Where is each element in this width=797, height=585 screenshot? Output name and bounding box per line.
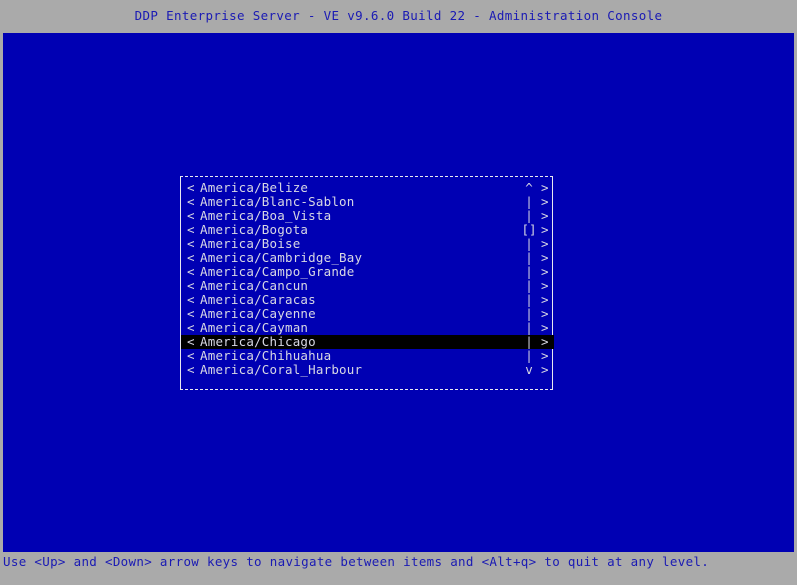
list-item[interactable]: < America/Chicago | > — [181, 335, 554, 349]
list-item-label: America/Cancun — [200, 278, 309, 293]
list-item[interactable]: < America/Chihuahua | > — [181, 349, 554, 363]
timezone-select-list[interactable]: < America/Belize ^ > < America/Blanc-Sablon | >… — [180, 176, 554, 390]
left-arrow-icon: < — [187, 278, 195, 293]
list-item-label: America/Chicago — [200, 334, 316, 349]
list-item-label: America/Bogota — [200, 222, 309, 237]
scrollbar-glyph[interactable]: | — [521, 307, 537, 321]
scrollbar-glyph[interactable]: | — [521, 279, 537, 293]
left-arrow-icon: < — [187, 292, 195, 307]
scrollbar-glyph[interactable]: v — [521, 363, 537, 377]
scrollbar-glyph[interactable]: | — [521, 321, 537, 335]
left-arrow-icon: < — [187, 236, 195, 251]
scrollbar-glyph[interactable]: | — [521, 265, 537, 279]
list-item-label: America/Belize — [200, 180, 309, 195]
scrollbar-glyph[interactable]: ^ — [521, 181, 537, 195]
list-item[interactable]: < America/Caracas | > — [181, 293, 554, 307]
list-item[interactable]: < America/Bogota [] > — [181, 223, 554, 237]
left-arrow-icon: < — [187, 250, 195, 265]
left-arrow-icon: < — [187, 362, 195, 377]
list-item[interactable]: < America/Boise | > — [181, 237, 554, 251]
left-arrow-icon: < — [187, 264, 195, 279]
left-arrow-icon: < — [187, 194, 195, 209]
list-item-label: America/Cambridge_Bay — [200, 250, 363, 265]
left-arrow-icon: < — [187, 180, 195, 195]
left-arrow-icon: < — [187, 320, 195, 335]
status-hint-text: Use <Up> and <Down> arrow keys to naviga… — [3, 554, 710, 569]
right-arrow-icon: > — [541, 278, 549, 293]
scrollbar-glyph[interactable]: [] — [521, 223, 537, 237]
list-item-label: America/Campo_Grande — [200, 264, 355, 279]
left-arrow-icon: < — [187, 348, 195, 363]
list-item[interactable]: < America/Cancun | > — [181, 279, 554, 293]
scrollbar-glyph[interactable]: | — [521, 209, 537, 223]
list-item[interactable]: < America/Campo_Grande | > — [181, 265, 554, 279]
left-arrow-icon: < — [187, 222, 195, 237]
scrollbar-glyph[interactable]: | — [521, 293, 537, 307]
page-title: DDP Enterprise Server - VE v9.6.0 Build … — [134, 8, 663, 24]
list-item[interactable]: < America/Cayenne | > — [181, 307, 554, 321]
list-item[interactable]: < America/Boa_Vista | > — [181, 209, 554, 223]
list-item[interactable]: < America/Blanc-Sablon | > — [181, 195, 554, 209]
list-item-label: America/Blanc-Sablon — [200, 194, 355, 209]
list-item-label: America/Boise — [200, 236, 301, 251]
right-arrow-icon: > — [541, 306, 549, 321]
left-arrow-icon: < — [187, 208, 195, 223]
left-arrow-icon: < — [187, 306, 195, 321]
right-arrow-icon: > — [541, 320, 549, 335]
right-arrow-icon: > — [541, 292, 549, 307]
console-body: < America/Belize ^ > < America/Blanc-Sablon | >… — [3, 33, 794, 552]
right-arrow-icon: > — [541, 180, 549, 195]
list-item-label: America/Coral_Harbour — [200, 362, 363, 377]
scrollbar-glyph[interactable]: | — [521, 195, 537, 209]
right-arrow-icon: > — [541, 348, 549, 363]
list-item[interactable]: < America/Coral_Harbour v > — [181, 363, 554, 377]
right-arrow-icon: > — [541, 334, 549, 349]
list-items-container: < America/Belize ^ > < America/Blanc-Sablon | >… — [181, 181, 554, 377]
list-item-label: America/Boa_Vista — [200, 208, 332, 223]
list-item[interactable]: < America/Cayman | > — [181, 321, 554, 335]
right-arrow-icon: > — [541, 264, 549, 279]
scrollbar-glyph[interactable]: | — [521, 237, 537, 251]
scrollbar-glyph[interactable]: | — [521, 335, 537, 349]
scrollbar-glyph[interactable]: | — [521, 349, 537, 363]
right-arrow-icon: > — [541, 208, 549, 223]
left-arrow-icon: < — [187, 334, 195, 349]
title-bar: DDP Enterprise Server - VE v9.6.0 Build … — [0, 0, 797, 33]
list-item-label: America/Chihuahua — [200, 348, 332, 363]
list-item-label: America/Cayman — [200, 320, 309, 335]
list-item-label: America/Caracas — [200, 292, 316, 307]
list-item-label: America/Cayenne — [200, 306, 316, 321]
status-bar: Use <Up> and <Down> arrow keys to naviga… — [0, 552, 797, 585]
right-arrow-icon: > — [541, 194, 549, 209]
right-arrow-icon: > — [541, 222, 549, 237]
list-item[interactable]: < America/Cambridge_Bay | > — [181, 251, 554, 265]
scrollbar-glyph[interactable]: | — [521, 251, 537, 265]
right-arrow-icon: > — [541, 250, 549, 265]
console-screen: DDP Enterprise Server - VE v9.6.0 Build … — [0, 0, 797, 585]
right-arrow-icon: > — [541, 236, 549, 251]
right-arrow-icon: > — [541, 362, 549, 377]
list-item[interactable]: < America/Belize ^ > — [181, 181, 554, 195]
